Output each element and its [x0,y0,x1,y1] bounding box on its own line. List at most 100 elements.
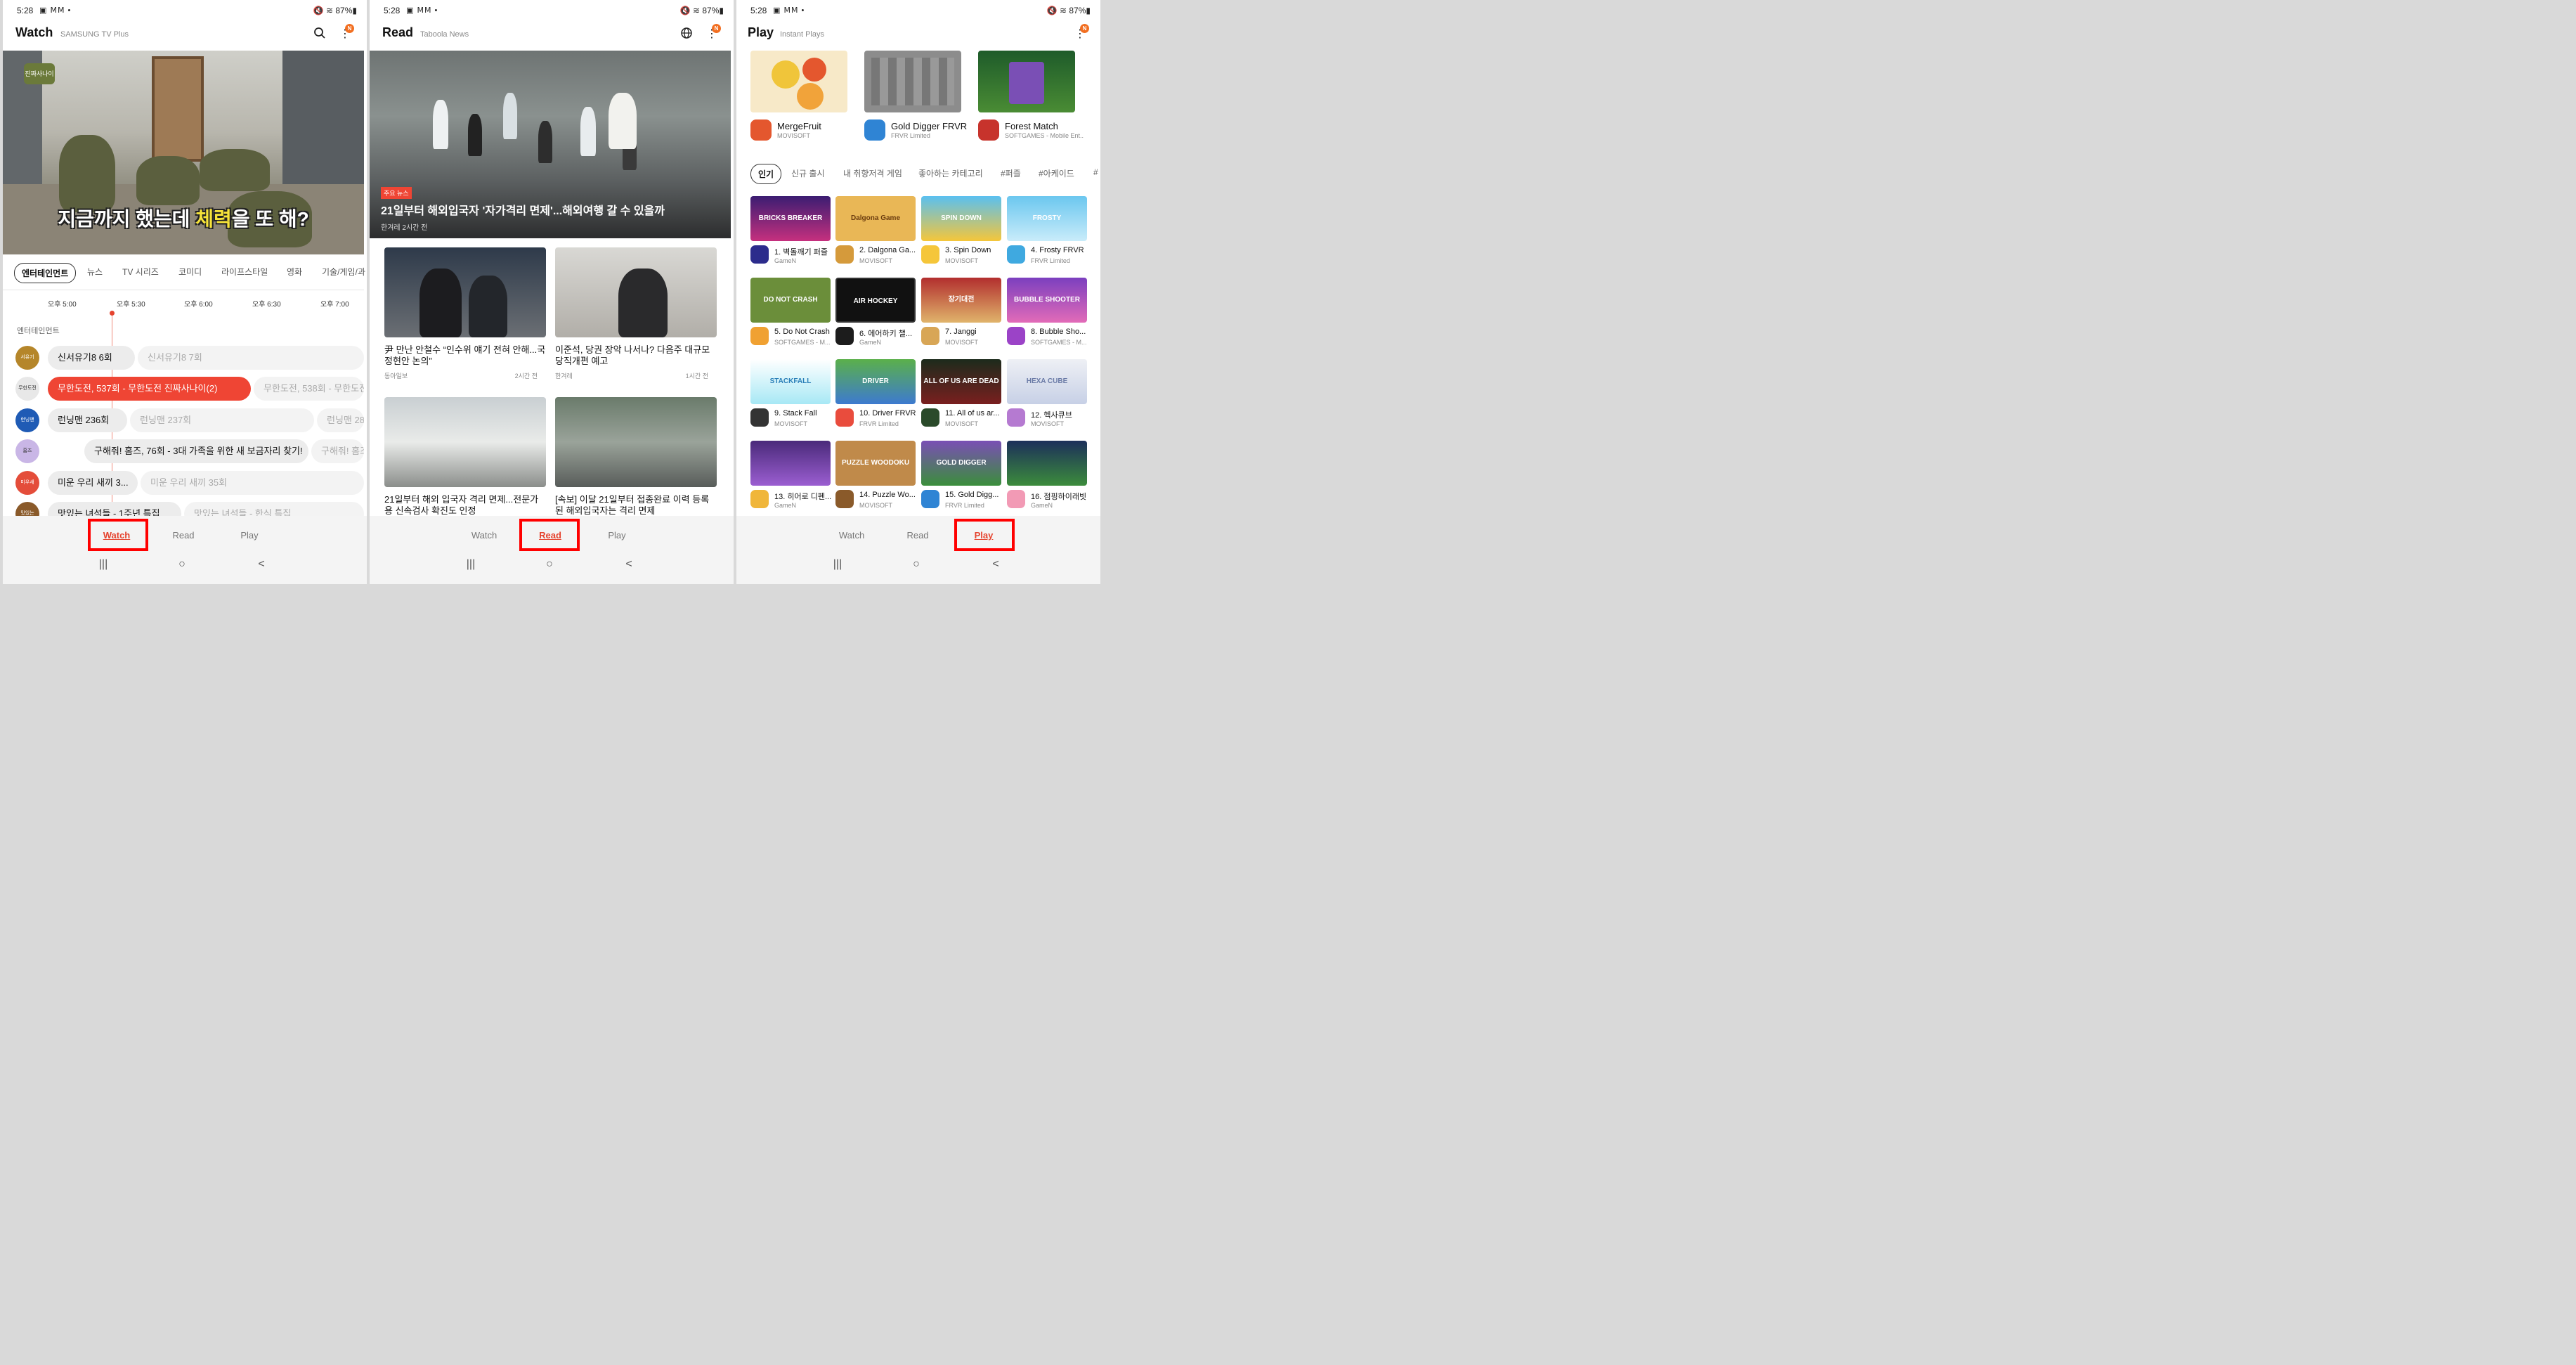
home-icon[interactable]: ○ [171,558,193,571]
status-right-icons: 🔇 ≋ 87%▮ [1046,6,1091,15]
nav-play[interactable]: Play [228,530,271,541]
nav-read[interactable]: Read [529,530,571,541]
nav-watch[interactable]: Watch [96,530,138,541]
search-icon[interactable] [312,27,327,42]
featured-game[interactable]: Forest Match SOFTGAMES - Mobile Ent... [978,119,1084,142]
video-player[interactable]: 진짜사나이 지금까지 했는데 체력을 또 해? [3,51,364,254]
globe-icon[interactable] [679,27,694,42]
program-cell[interactable]: 구해줘! 홈즈 [311,439,364,463]
back-icon[interactable]: < [618,558,639,571]
channel-logo[interactable]: 런닝맨 [15,408,39,432]
hero-figure [503,93,517,139]
featured-game-image[interactable] [864,51,961,112]
article-card[interactable]: 이준석, 당권 장악 나서나? 다음주 대규모 당직개편 예고 한겨레 1시간 전 [555,247,717,380]
article-card[interactable]: 尹 만난 안철수 “인수위 얘기 전혀 안해...국정현안 논의” 동아일보 2시… [384,247,546,380]
game-tile[interactable]: BUBBLE SHOOTER 8. Bubble Sho... SOFTGAME… [1007,278,1087,351]
game-tile[interactable]: 13. 히어로 디펜... GameN [750,441,831,514]
channel-logo[interactable]: 미우새 [15,471,39,495]
home-icon[interactable]: ○ [906,558,927,571]
nav-watch[interactable]: Watch [463,530,505,541]
recents-icon[interactable]: ||| [93,558,114,571]
recents-icon[interactable]: ||| [460,558,481,571]
game-tile[interactable]: BRICKS BREAKER 1. 벽돌깨기 퍼즐 GameN [750,196,831,269]
game-tile[interactable]: HEXA CUBE 12. 헥사큐브 MOVISOFT [1007,359,1087,432]
game-tile[interactable]: FROSTY 4. Frosty FRVR FRVR Limited [1007,196,1087,269]
nav-read[interactable]: Read [897,530,939,541]
tab-tech-games[interactable]: 기술/게임/과 [322,266,365,278]
article-card[interactable]: 21일부터 해외 입국자 격리 면제...전문가용 신속검사 확진도 인정 [384,397,546,517]
program-cell[interactable]: 구해줘! 홈즈, 76회 - 3대 가족을 위한 새 보금자리 찾기! [84,439,308,463]
tab-tv-series[interactable]: TV 시리즈 [122,266,159,278]
game-image: DRIVER [835,359,916,404]
channel-logo[interactable]: 무한도전 [15,377,39,401]
article-card[interactable]: [속보] 이달 21일부터 접종완료 이력 등록된 해외입국자는 격리 면제 [555,397,717,517]
show-logo: 진짜사나이 [24,63,55,84]
game-tile[interactable]: STACKFALL 9. Stack Fall MOVISOFT [750,359,831,432]
recents-icon[interactable]: ||| [827,558,848,571]
article-meta: 동아일보 2시간 전 [384,371,546,380]
tab-popular[interactable]: 인기 [750,164,782,184]
article-image [384,397,546,487]
game-tile[interactable]: AIR HOCKEY 6. 에어하키 챌... GameN [835,278,916,351]
channel-logo[interactable]: 홈즈 [15,439,39,463]
program-cell[interactable]: 미운 우리 새끼 3... [48,471,138,495]
article-figure [419,269,462,337]
nav-play[interactable]: Play [963,530,1005,541]
program-cell[interactable]: 무한도전, 538회 - 무한도전 [254,377,364,401]
home-icon[interactable]: ○ [539,558,560,571]
game-developer: MOVISOFT [945,420,978,427]
channel-logo[interactable]: 서유기 [15,346,39,370]
tab-lifestyle[interactable]: 라이프스타일 [221,266,268,278]
hero-article[interactable]: 주요 뉴스 21일부터 해외입국자 '자가격리 면제'...해외여행 갈 수 있… [370,51,731,238]
tab-puzzle[interactable]: #퍼즐 [1001,167,1021,179]
program-cell[interactable]: 신서유기8 6회 [48,346,135,370]
tab-more[interactable]: # [1093,167,1098,177]
game-image [750,441,831,486]
nav-read[interactable]: Read [162,530,204,541]
game-tile[interactable]: DO NOT CRASH 5. Do Not Crash SOFTGAMES -… [750,278,831,351]
article-title: [속보] 이달 21일부터 접종완료 이력 등록된 해외입국자는 격리 면제 [555,494,710,516]
game-image: HEXA CUBE [1007,359,1087,404]
game-tile[interactable]: ALL OF US ARE DEAD 11. All of us ar... M… [921,359,1001,432]
game-developer: MOVISOFT [945,257,978,264]
page-title: Watch [15,25,53,39]
notification-badge: N [1080,24,1089,33]
featured-game[interactable]: Gold Digger FRVR FRVR Limited [864,119,970,142]
back-icon[interactable]: < [251,558,272,571]
game-name: MergeFruit [777,121,821,131]
tab-movies[interactable]: 영화 [287,266,302,278]
game-name: Gold Digger FRVR [891,121,968,131]
featured-game[interactable]: MergeFruit MOVISOFT [750,119,856,142]
game-tile[interactable]: 장기대전 7. Janggi MOVISOFT [921,278,1001,351]
program-cell[interactable]: 런닝맨 237회 [130,408,314,432]
tab-favorite-categories[interactable]: 좋아하는 카테고리 [918,167,983,179]
category-tabs: 엔터테인먼트 뉴스 TV 시리즈 코미디 라이프스타일 영화 기술/게임/과 [3,263,365,285]
featured-game-image[interactable] [978,51,1075,112]
program-cell[interactable]: 미운 우리 새끼 35회 [141,471,364,495]
program-cell[interactable]: 신서유기8 7회 [138,346,364,370]
program-cell-live[interactable]: 무한도전, 537회 - 무한도전 진짜사나이(2) [48,377,251,401]
game-tile[interactable]: GOLD DIGGER 15. Gold Digg... FRVR Limite… [921,441,1001,514]
game-tile[interactable]: PUZZLE WOODOKU 14. Puzzle Wo... MOVISOFT [835,441,916,514]
tab-my-taste[interactable]: 내 취향저격 게임 [843,167,902,179]
back-icon[interactable]: < [985,558,1006,571]
fruit-shape [797,83,824,110]
game-tile[interactable]: 16. 점핑하이래빗 GameN [1007,441,1087,514]
game-tile[interactable]: SPIN DOWN 3. Spin Down MOVISOFT [921,196,1001,269]
program-cell[interactable]: 런닝맨 236회 [48,408,127,432]
app-header: Play Instant Plays ⋮ N [736,21,1100,49]
hero-figure [433,100,448,149]
tab-entertainment[interactable]: 엔터테인먼트 [14,263,77,283]
game-image: GOLD DIGGER [921,441,1001,486]
tab-news[interactable]: 뉴스 [87,266,103,278]
tab-arcade[interactable]: #아케이드 [1039,167,1074,179]
tab-new-releases[interactable]: 신규 출시 [791,167,825,179]
article-source: 한겨레 [555,373,573,380]
nav-play[interactable]: Play [596,530,638,541]
game-tile[interactable]: DRIVER 10. Driver FRVR FRVR Limited [835,359,916,432]
game-tile[interactable]: Dalgona Game 2. Dalgona Ga... MOVISOFT [835,196,916,269]
featured-game-image[interactable] [750,51,847,112]
tab-comedy[interactable]: 코미디 [178,266,202,278]
program-cell[interactable]: 런닝맨 28 [317,408,364,432]
nav-watch[interactable]: Watch [831,530,873,541]
